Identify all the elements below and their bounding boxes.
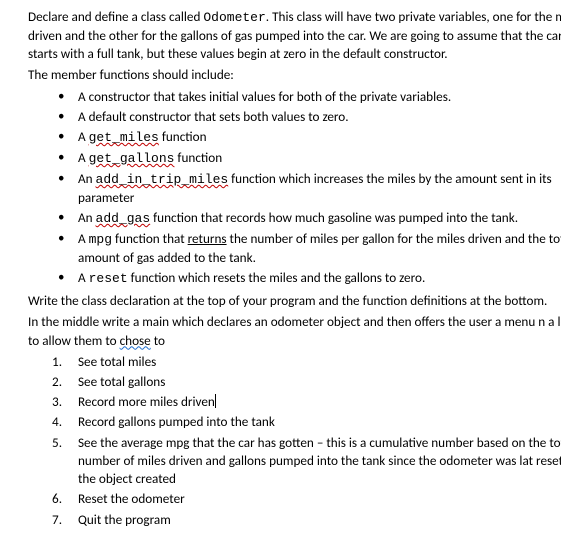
member-function-item: A get_gallons function: [28, 149, 561, 168]
write-class-paragraph: Write the class declaration at the top o…: [28, 292, 561, 310]
text-fragment: See total miles: [78, 353, 156, 370]
text-fragment: function: [174, 149, 222, 166]
text-fragment: A: [78, 149, 89, 166]
text: to: [151, 332, 165, 349]
menu-options-list: See total miles See total gallons Record m…: [28, 353, 561, 529]
text-fragment: add_gas: [96, 211, 151, 226]
member-function-item: A mpg function that returns the number o…: [28, 230, 561, 267]
intro-paragraph: Declare and define a class called Odomet…: [28, 8, 561, 63]
member-functions-list: A constructor that takes initial values …: [28, 88, 561, 289]
member-function-item: An add_gas function that records how muc…: [28, 209, 561, 228]
menu-option-item: Record more miles driven: [28, 393, 561, 411]
intro-text: Declare and define a class called: [28, 8, 203, 25]
text-fragment: add_in_trip_miles: [96, 172, 229, 187]
text-fragment: mpg: [89, 232, 112, 247]
menu-option-item: Reset the odometer: [28, 490, 561, 508]
text-fragment: function which resets the miles and the …: [128, 269, 426, 286]
main-menu-lead: In the middle write a main which declare…: [28, 313, 561, 349]
text-fragment: get_gallons: [89, 151, 175, 166]
text-fragment: A: [78, 230, 89, 247]
menu-option-item: Record gallons pumped into the tank: [28, 413, 561, 431]
member-function-item: An add_in_trip_miles function which incr…: [28, 170, 561, 207]
text-fragment: function that records how much gasoline …: [150, 209, 518, 226]
text-fragment: reset: [89, 271, 128, 286]
menu-option-item: See total miles: [28, 353, 561, 371]
menu-option-item: See total gallons: [28, 373, 561, 391]
member-function-item: A default constructor that sets both val…: [28, 108, 561, 126]
text-fragment: An: [78, 209, 96, 226]
text-fragment: A constructor that takes initial values …: [78, 88, 451, 105]
class-name-code: Odometer: [203, 10, 265, 25]
text-fragment: A: [78, 128, 89, 145]
text-fragment: A: [78, 269, 89, 286]
text-fragment: Record more miles driven: [78, 393, 215, 410]
text-fragment: See total gallons: [78, 373, 165, 390]
text-fragment: Record gallons pumped into the tank: [78, 413, 275, 430]
text-fragment: returns: [188, 230, 227, 247]
text-fragment: function: [159, 128, 207, 145]
text-fragment: get_miles: [89, 130, 159, 145]
spelling-error: chose: [120, 332, 151, 349]
text-fragment: function that: [112, 230, 188, 247]
text-fragment: See the average mpg that the car has got…: [78, 434, 561, 487]
menu-option-item: Quit the program: [28, 511, 561, 529]
text-cursor: [215, 394, 216, 408]
member-function-item: A get_miles function: [28, 128, 561, 147]
text-fragment: A default constructor that sets both val…: [78, 108, 349, 125]
text-fragment: Reset the odometer: [78, 490, 185, 507]
members-lead: The member functions should include:: [28, 66, 561, 84]
text: In the middle write a main which declare…: [28, 313, 561, 348]
member-function-item: A constructor that takes initial values …: [28, 88, 561, 106]
text-fragment: An: [78, 170, 96, 187]
member-function-item: A reset function which resets the miles …: [28, 269, 561, 288]
menu-option-item: See the average mpg that the car has got…: [28, 434, 561, 489]
text-fragment: Quit the program: [78, 511, 171, 528]
